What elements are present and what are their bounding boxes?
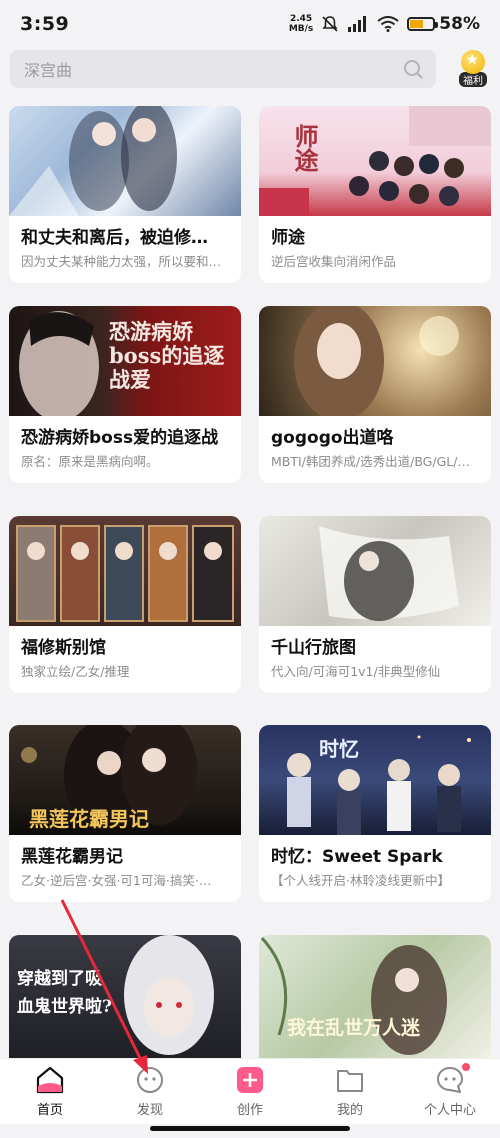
cover-title: 师途 [290,124,319,172]
nav-personal-label: 个人中心 [423,1103,476,1118]
card-cover [9,516,241,626]
folder-icon [335,1065,365,1095]
card-title: gogogo出道咯 [271,428,394,448]
story-card[interactable]: 千山行旅图 代入向/可海可1v1/非典型修仙 [259,516,491,693]
network-speed: 2.45 MB/s [288,14,314,34]
card-title: 福修斯别馆 [21,638,106,658]
search-row: 深宫曲 福利 [10,50,490,88]
search-input[interactable]: 深宫曲 [10,50,436,88]
signal-icon [348,16,367,32]
card-cover [259,306,491,416]
cover-title: 黑莲花霸男记 [29,807,149,831]
card-desc: 因为丈夫某种能力太强，所以要和… [21,254,222,269]
story-card[interactable]: 恐游病娇boss的追逐战爱 恐游病娇boss爱的追逐战 原名：原来是黑病向啊。 [9,306,241,483]
cover-title: 穿越到了吸血鬼世界啦? [17,969,112,1017]
card-title: 恐游病娇boss爱的追逐战 [21,428,219,448]
card-cover: 黑莲花霸男记 [9,725,241,835]
card-title: 黑莲花霸男记 [21,847,123,867]
card-cover: 时忆 [259,725,491,835]
card-desc: 【个人线开启·林聆凌线更新中】 [271,873,450,888]
nav-mine-label: 我的 [336,1103,363,1118]
home-indicator [150,1126,350,1131]
nav-create-label: 创作 [236,1103,263,1118]
plus-icon [235,1065,265,1095]
discover-face-icon [135,1065,165,1095]
story-card[interactable]: 黑莲花霸男记 黑莲花霸男记 乙女·逆后宫·女强·可1可海·搞笑·… [9,725,241,902]
nav-mine[interactable]: 我的 [310,1065,390,1118]
card-cover: 我在乱世万人迷 [259,935,491,1058]
card-cover: 穿越到了吸血鬼世界啦? [9,935,241,1058]
card-desc: 独家立绘/乙女/推理 [21,664,130,679]
story-card[interactable]: 福修斯别馆 独家立绘/乙女/推理 [9,516,241,693]
cover-title: 我在乱世万人迷 [287,1017,421,1039]
card-title: 师途 [271,228,305,248]
wifi-icon [377,16,399,32]
nav-home[interactable]: 首页 [10,1065,90,1118]
card-title: 千山行旅图 [271,638,356,658]
story-card[interactable]: 师途 师途 逆后宫收集向消闲作品 [259,106,491,283]
battery-icon [407,17,439,31]
search-icon[interactable] [402,58,424,80]
welfare-button[interactable]: 福利 [456,50,490,88]
card-cover [9,106,241,216]
notification-dot [462,1063,470,1071]
coin-icon [461,50,485,74]
card-desc: MBTI/韩团养成/选秀出道/BG/GL/… [271,454,470,469]
status-time: 3:59 [20,13,70,35]
card-desc: 代入向/可海可1v1/非典型修仙 [271,664,441,679]
status-bar: 3:59 2.45 MB/s 58% [0,0,500,48]
card-title: 时忆：Sweet Spark [271,847,443,867]
nav-discover[interactable]: 发现 [110,1065,190,1118]
card-cover: 恐游病娇boss的追逐战爱 [9,306,241,416]
card-cover [259,516,491,626]
nav-home-label: 首页 [36,1103,63,1118]
status-icons: 2.45 MB/s 58% [289,14,480,34]
bottom-nav: 首页 发现 创作 我的 个人中心 [0,1058,500,1124]
mute-bell-icon [322,16,338,32]
story-card[interactable]: 时忆 时忆：Sweet Spark 【个人线开启·林聆凌线更新中】 [259,725,491,902]
nav-personal[interactable]: 个人中心 [410,1063,490,1118]
card-desc: 逆后宫收集向消闲作品 [271,254,397,269]
story-card[interactable]: 和丈夫和离后，被迫修… 因为丈夫某种能力太强，所以要和… [9,106,241,283]
nav-create[interactable]: 创作 [210,1065,290,1118]
card-desc: 乙女·逆后宫·女强·可1可海·搞笑·… [21,873,212,888]
welfare-label: 福利 [459,72,487,87]
card-desc: 原名：原来是黑病向啊。 [21,454,159,469]
card-cover: 师途 [259,106,491,216]
home-icon [35,1065,65,1095]
chat-face-icon [435,1065,465,1095]
battery-indicator: 58% [407,14,480,34]
nav-discover-label: 发现 [136,1103,163,1118]
cover-title: 时忆 [319,737,359,761]
search-placeholder: 深宫曲 [24,61,73,80]
story-card[interactable]: gogogo出道咯 MBTI/韩团养成/选秀出道/BG/GL/… [259,306,491,483]
card-title: 和丈夫和离后，被迫修… [21,228,208,248]
cover-title: 恐游病娇boss的追逐战爱 [109,319,225,392]
